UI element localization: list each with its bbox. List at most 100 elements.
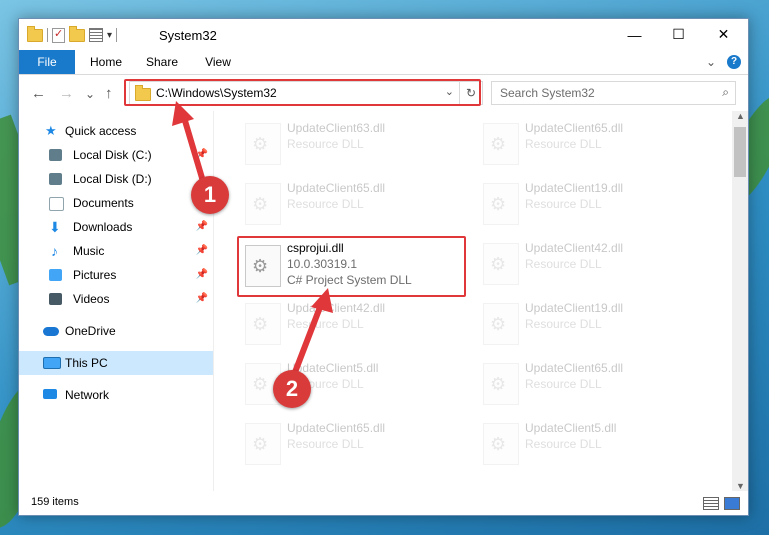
dll-file-icon xyxy=(245,183,281,225)
step-1-badge: 1 xyxy=(191,176,229,214)
file-item[interactable]: UpdateClient5.dll Resource DLL xyxy=(477,417,697,471)
sidebar-item-label: This PC xyxy=(65,356,108,370)
sidebar-item-label: Network xyxy=(65,388,110,402)
file-name: UpdateClient63.dll xyxy=(287,121,386,135)
sidebar-item-downloads[interactable]: ⬇ Downloads 📌 xyxy=(19,215,213,239)
file-name: UpdateClient65.dll xyxy=(525,121,624,135)
search-input[interactable]: Search System32 ⌕ xyxy=(491,81,736,105)
tab-share[interactable]: Share xyxy=(137,50,187,74)
pin-icon[interactable]: 📌 xyxy=(196,287,208,311)
ribbon-collapse-icon[interactable]: ⌄ xyxy=(703,50,719,74)
file-type: Resource DLL xyxy=(525,257,602,271)
quick-access-toolbar: ▾ xyxy=(27,25,118,44)
scroll-up-icon[interactable]: ▲ xyxy=(736,111,745,121)
pin-icon[interactable]: 📌 xyxy=(196,215,208,239)
customize-toolbar-dropdown[interactable]: ▾ xyxy=(107,30,112,41)
window-title: System32 xyxy=(159,28,217,43)
file-name: UpdateClient65.dll xyxy=(287,421,386,435)
sidebar-item-onedrive[interactable]: OneDrive xyxy=(19,319,213,343)
file-item[interactable]: UpdateClient42.dll Resource DLL xyxy=(239,297,459,351)
sidebar-item-label: Pictures xyxy=(73,268,117,282)
sidebar-item-local-disk-c[interactable]: Local Disk (C:) 📌 xyxy=(19,143,213,167)
file-list: UpdateClient63.dll Resource DLL UpdateCl… xyxy=(215,111,732,491)
dll-file-icon xyxy=(483,243,519,285)
sidebar-item-label: OneDrive xyxy=(65,324,116,338)
file-item[interactable]: UpdateClient63.dll Resource DLL xyxy=(239,117,459,171)
pin-icon[interactable]: 📌 xyxy=(196,143,208,167)
separator xyxy=(116,28,118,42)
sidebar-item-label: Music xyxy=(73,244,105,258)
documents-icon xyxy=(49,197,64,211)
star-icon: ★ xyxy=(45,123,57,138)
file-type: Resource DLL xyxy=(287,197,364,211)
properties-check-icon[interactable] xyxy=(52,27,65,43)
pin-icon[interactable]: 📌 xyxy=(196,263,208,287)
vertical-scrollbar[interactable]: ▲ ▼ xyxy=(732,111,748,491)
help-icon[interactable]: ? xyxy=(727,55,741,69)
network-icon xyxy=(43,389,57,399)
sidebar-item-label: Documents xyxy=(73,196,134,210)
sidebar-item-videos[interactable]: Videos 📌 xyxy=(19,287,213,311)
scrollbar-thumb[interactable] xyxy=(734,127,746,177)
sidebar-item-pictures[interactable]: Pictures 📌 xyxy=(19,263,213,287)
up-arrow-icon[interactable]: ↑ xyxy=(105,85,113,102)
scroll-down-icon[interactable]: ▼ xyxy=(736,481,745,491)
sidebar-item-documents[interactable]: Documents xyxy=(19,191,213,215)
file-item[interactable]: UpdateClient5.dll Resource DLL xyxy=(239,357,459,411)
pc-icon xyxy=(43,357,61,369)
file-name: UpdateClient65.dll xyxy=(525,361,624,375)
pin-icon[interactable]: 📌 xyxy=(196,239,208,263)
address-bar-highlight xyxy=(124,79,481,106)
step-2-badge: 2 xyxy=(273,370,311,408)
file-type: Resource DLL xyxy=(525,377,602,391)
file-type: Resource DLL xyxy=(525,137,602,151)
dll-file-icon xyxy=(483,303,519,345)
forward-arrow-icon[interactable]: → xyxy=(59,85,74,102)
file-type: Resource DLL xyxy=(525,197,602,211)
sidebar-item-network[interactable]: Network xyxy=(19,383,213,407)
tab-view[interactable]: View xyxy=(193,50,243,74)
separator xyxy=(47,28,48,42)
back-arrow-icon[interactable]: ← xyxy=(31,85,46,102)
file-item[interactable]: UpdateClient65.dll Resource DLL xyxy=(239,177,459,231)
title-bar: ▾ System32 — ☐ ✕ xyxy=(19,19,748,50)
music-icon: ♪ xyxy=(51,243,58,259)
large-icons-view-icon[interactable] xyxy=(724,497,740,510)
file-item[interactable]: UpdateClient65.dll Resource DLL xyxy=(477,357,697,411)
status-bar: 159 items xyxy=(19,491,748,515)
sidebar-item-music[interactable]: ♪ Music 📌 xyxy=(19,239,213,263)
folder-icon xyxy=(27,25,43,42)
navigation-pane: ★ Quick access Local Disk (C:) 📌 Local D… xyxy=(19,111,214,491)
new-folder-icon[interactable] xyxy=(69,25,85,42)
file-item[interactable]: UpdateClient19.dll Resource DLL xyxy=(477,177,697,231)
close-button[interactable]: ✕ xyxy=(701,19,746,50)
file-item[interactable]: UpdateClient19.dll Resource DLL xyxy=(477,297,697,351)
sidebar-item-local-disk-d[interactable]: Local Disk (D:) xyxy=(19,167,213,191)
sidebar-item-label: Local Disk (D:) xyxy=(73,172,152,186)
tab-file[interactable]: File xyxy=(19,50,75,74)
file-type: Resource DLL xyxy=(525,317,602,331)
dll-file-icon xyxy=(483,183,519,225)
file-name: UpdateClient5.dll xyxy=(525,421,617,435)
maximize-button[interactable]: ☐ xyxy=(656,19,701,50)
onedrive-icon xyxy=(43,327,59,336)
dll-file-icon xyxy=(245,423,281,465)
details-view-icon[interactable] xyxy=(703,497,719,510)
sidebar-item-label: Videos xyxy=(73,292,110,306)
search-icon[interactable]: ⌕ xyxy=(722,85,729,100)
file-item[interactable]: UpdateClient65.dll Resource DLL xyxy=(239,417,459,471)
pictures-icon xyxy=(49,269,62,281)
minimize-button[interactable]: — xyxy=(612,19,657,50)
dll-file-icon xyxy=(245,303,281,345)
file-item[interactable]: UpdateClient65.dll Resource DLL xyxy=(477,117,697,171)
search-placeholder: Search System32 xyxy=(500,86,595,100)
file-item[interactable]: UpdateClient42.dll Resource DLL xyxy=(477,237,697,291)
item-count: 159 items xyxy=(31,496,79,508)
drive-icon xyxy=(49,173,62,185)
sidebar-item-quick-access[interactable]: ★ Quick access xyxy=(19,119,213,143)
view-properties-icon[interactable] xyxy=(89,28,103,42)
file-type: Resource DLL xyxy=(287,137,364,151)
sidebar-item-this-pc[interactable]: This PC xyxy=(19,351,213,375)
recent-locations-icon[interactable]: ⌄ xyxy=(85,87,95,101)
tab-home[interactable]: Home xyxy=(81,50,131,74)
